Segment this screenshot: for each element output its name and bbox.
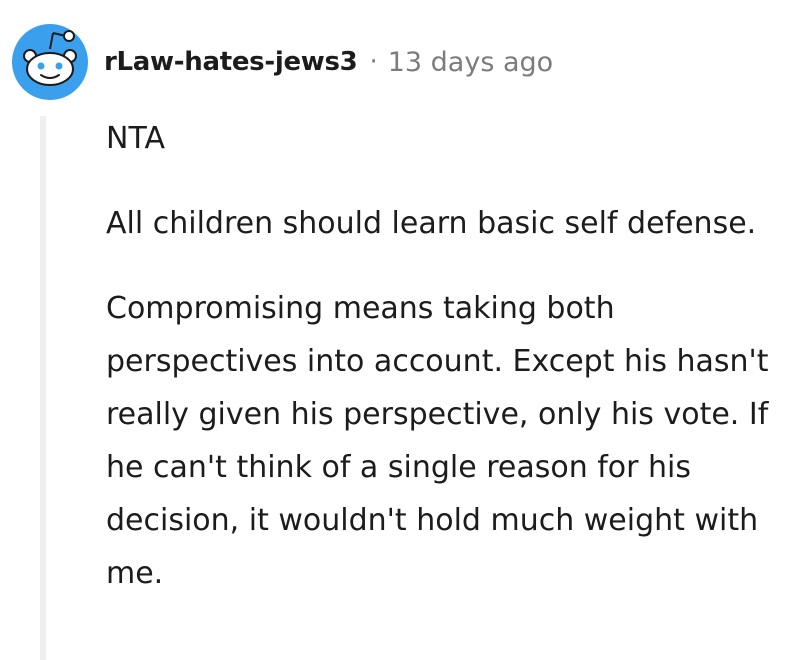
thread-line[interactable] (40, 116, 46, 660)
comment-header: rLaw-hates-jews3 · 13 days ago (10, 22, 553, 102)
user-avatar[interactable] (10, 22, 90, 102)
comment-paragraph: Compromising means taking both perspecti… (106, 291, 769, 591)
reddit-snoo-icon (12, 24, 88, 100)
meta-separator: · (369, 47, 378, 77)
comment-paragraph: All children should learn basic self def… (106, 206, 757, 241)
comment-timestamp[interactable]: 13 days ago (388, 47, 553, 78)
comment-paragraph: NTA (106, 121, 165, 156)
comment-author[interactable]: rLaw-hates-jews3 (104, 47, 358, 77)
comment-body: NTA All children should learn basic self… (106, 112, 786, 632)
